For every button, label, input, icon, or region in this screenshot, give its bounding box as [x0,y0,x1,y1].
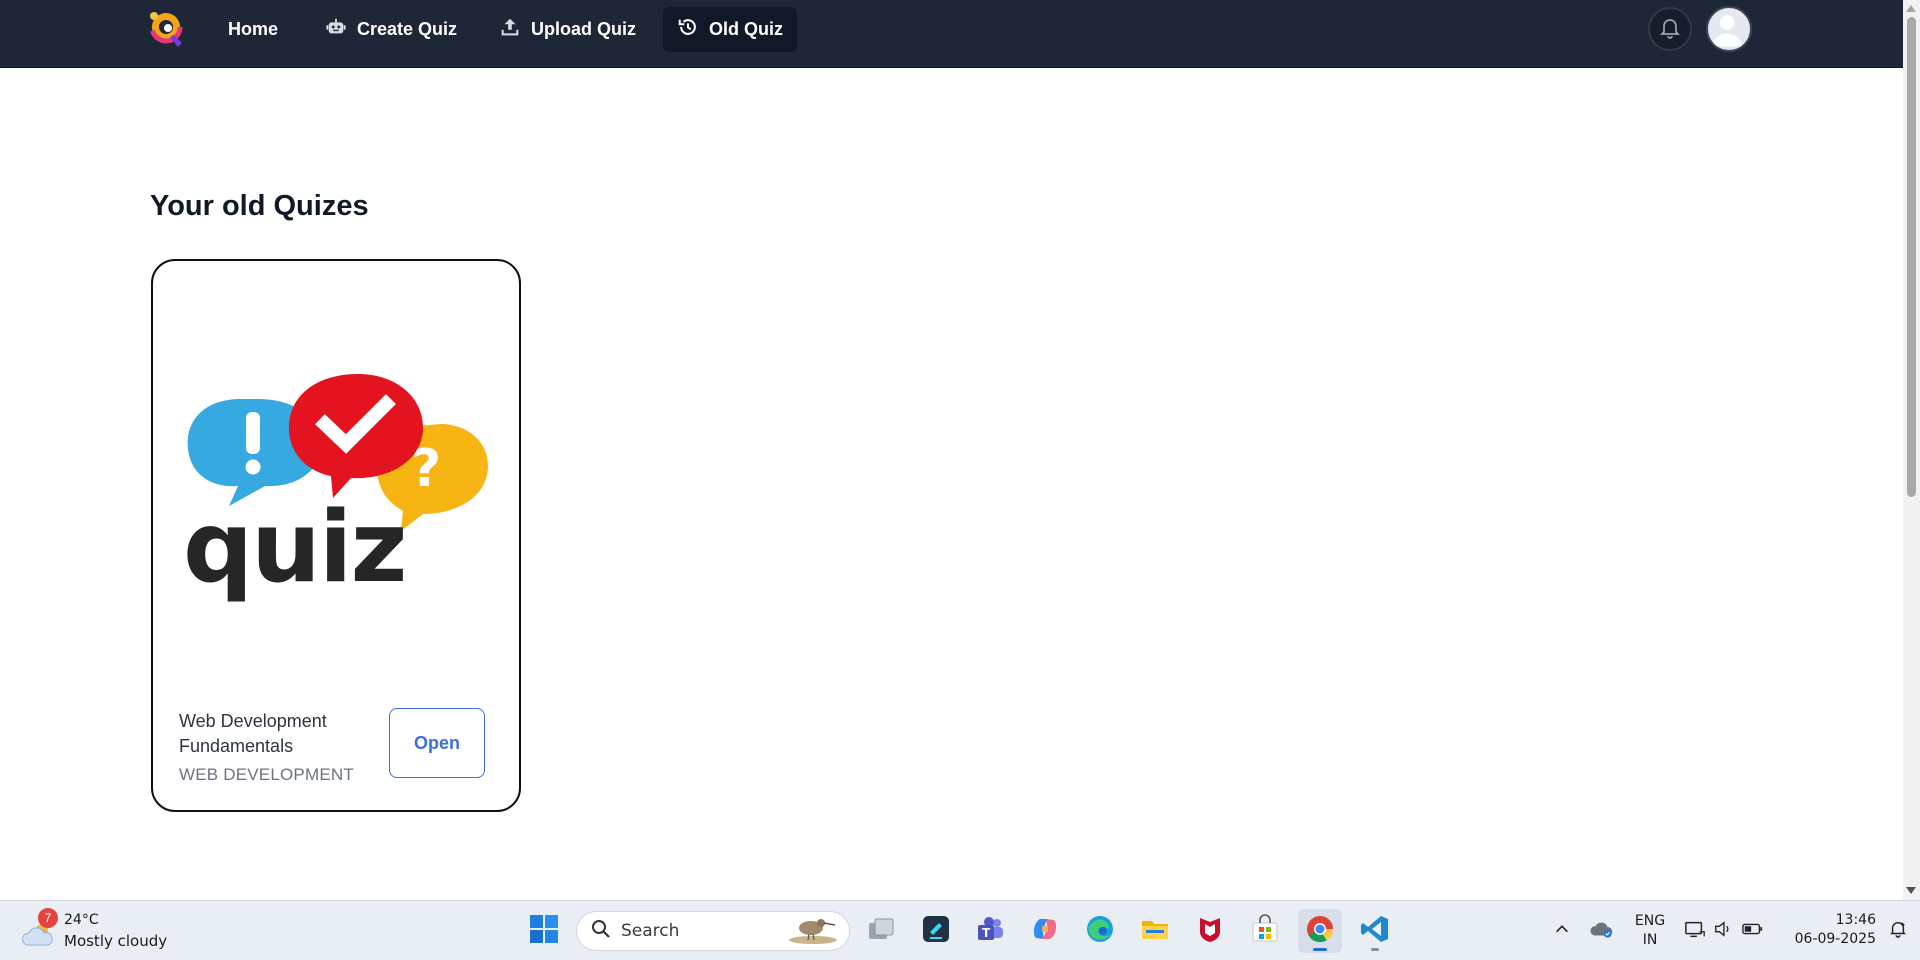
weather-alert-badge: 7 [38,908,58,928]
chevron-up-icon [1553,920,1571,943]
nav-create-quiz[interactable]: Create Quiz [311,7,471,52]
taskbar-app-editor[interactable] [914,909,958,953]
clock[interactable]: 13:46 06-09-2025 [1780,911,1876,949]
start-button[interactable] [522,909,566,953]
scroll-down-arrow-icon[interactable] [1906,887,1916,894]
quiz-thumbnail-image: ? quiz [183,366,493,621]
robot-icon [325,16,347,43]
folder-icon [1140,914,1170,949]
bell-icon [1658,15,1682,44]
nav-create-quiz-label: Create Quiz [357,19,458,39]
quiz-category: WEB DEVELOPMENT [179,765,354,784]
mcafee-shield-icon [1195,914,1225,949]
clock-date: 06-09-2025 [1794,931,1876,947]
top-navbar: Home Create Quiz Upload Quiz Old Quiz [0,0,1903,68]
battery-button[interactable] [1735,909,1771,953]
windows-logo-icon [529,914,559,949]
app-logo-icon[interactable] [146,7,186,49]
clock-time: 13:46 [1835,912,1876,928]
notification-bell-icon [1889,920,1907,943]
nav-upload-quiz[interactable]: Upload Quiz [485,7,650,52]
taskbar-vscode[interactable] [1353,909,1397,953]
notifications-button[interactable] [1648,7,1692,51]
language-line-2: IN [1642,932,1658,948]
chrome-icon [1305,914,1335,949]
teams-icon: T [975,914,1005,949]
copilot-icon [1030,914,1060,949]
nav-old-quiz-label: Old Quiz [709,19,783,39]
taskbar-chrome[interactable] [1298,909,1342,953]
nav-home-label: Home [228,19,279,39]
svg-text:T: T [982,926,991,940]
store-bag-icon [1250,913,1280,949]
vscode-icon [1360,914,1390,949]
open-quiz-button[interactable]: Open [389,708,485,778]
search-icon [591,919,611,944]
taskbar-store[interactable] [1243,909,1287,953]
taskbar-copilot[interactable] [1023,909,1067,953]
language-line-1: ENG [1634,913,1666,929]
taskbar-file-explorer[interactable] [1133,909,1177,953]
weather-widget[interactable]: 7 24°C Mostly cloudy [20,907,180,955]
user-avatar-icon[interactable] [1706,6,1752,52]
vscode-running-indicator [1371,948,1379,951]
cloud-sync-icon [1590,919,1614,944]
quiz-title: Web Development Fundamentals [179,711,327,756]
app-editor-icon [921,914,951,949]
task-view-icon [866,914,896,949]
nav-upload-quiz-label: Upload Quiz [531,19,636,39]
taskbar-mcafee[interactable] [1188,909,1232,953]
bird-illustration-icon [787,913,839,950]
taskbar-teams[interactable]: T [968,909,1012,953]
taskbar-search[interactable]: Search [576,911,850,951]
network-icon [1684,919,1706,944]
page-scrollbar[interactable] [1903,0,1920,900]
nav-old-quiz[interactable]: Old Quiz [663,7,797,52]
browser-viewport: Home Create Quiz Upload Quiz Old Quiz Yo… [0,0,1903,900]
language-indicator[interactable]: ENG IN [1628,912,1672,950]
page-title: Your old Quizes [150,190,369,222]
quiz-image-text: quiz [183,491,406,605]
scroll-up-arrow-icon[interactable] [1906,5,1916,12]
taskbar-edge[interactable] [1078,909,1122,953]
history-icon [677,16,699,43]
battery-icon [1742,921,1764,942]
show-hidden-icons-button[interactable] [1540,909,1584,953]
scrollbar-thumb[interactable] [1907,17,1916,497]
notification-center-button[interactable] [1880,909,1916,953]
upload-icon [499,16,521,43]
edge-browser-icon [1085,914,1115,949]
weather-description: Mostly cloudy [64,932,168,950]
taskbar-search-label: Search [621,921,680,941]
speaker-icon [1713,919,1733,944]
nav-home[interactable]: Home [214,7,292,52]
chrome-running-indicator [1313,948,1327,951]
weather-temperature: 24°C [64,912,99,928]
quiz-card: ? quiz Web Development Fundamentals WEB … [151,259,521,812]
task-view-button[interactable] [859,909,903,953]
onedrive-status-button[interactable] [1580,909,1624,953]
windows-taskbar: 7 24°C Mostly cloudy Search T ENG IN 13:… [0,900,1920,960]
